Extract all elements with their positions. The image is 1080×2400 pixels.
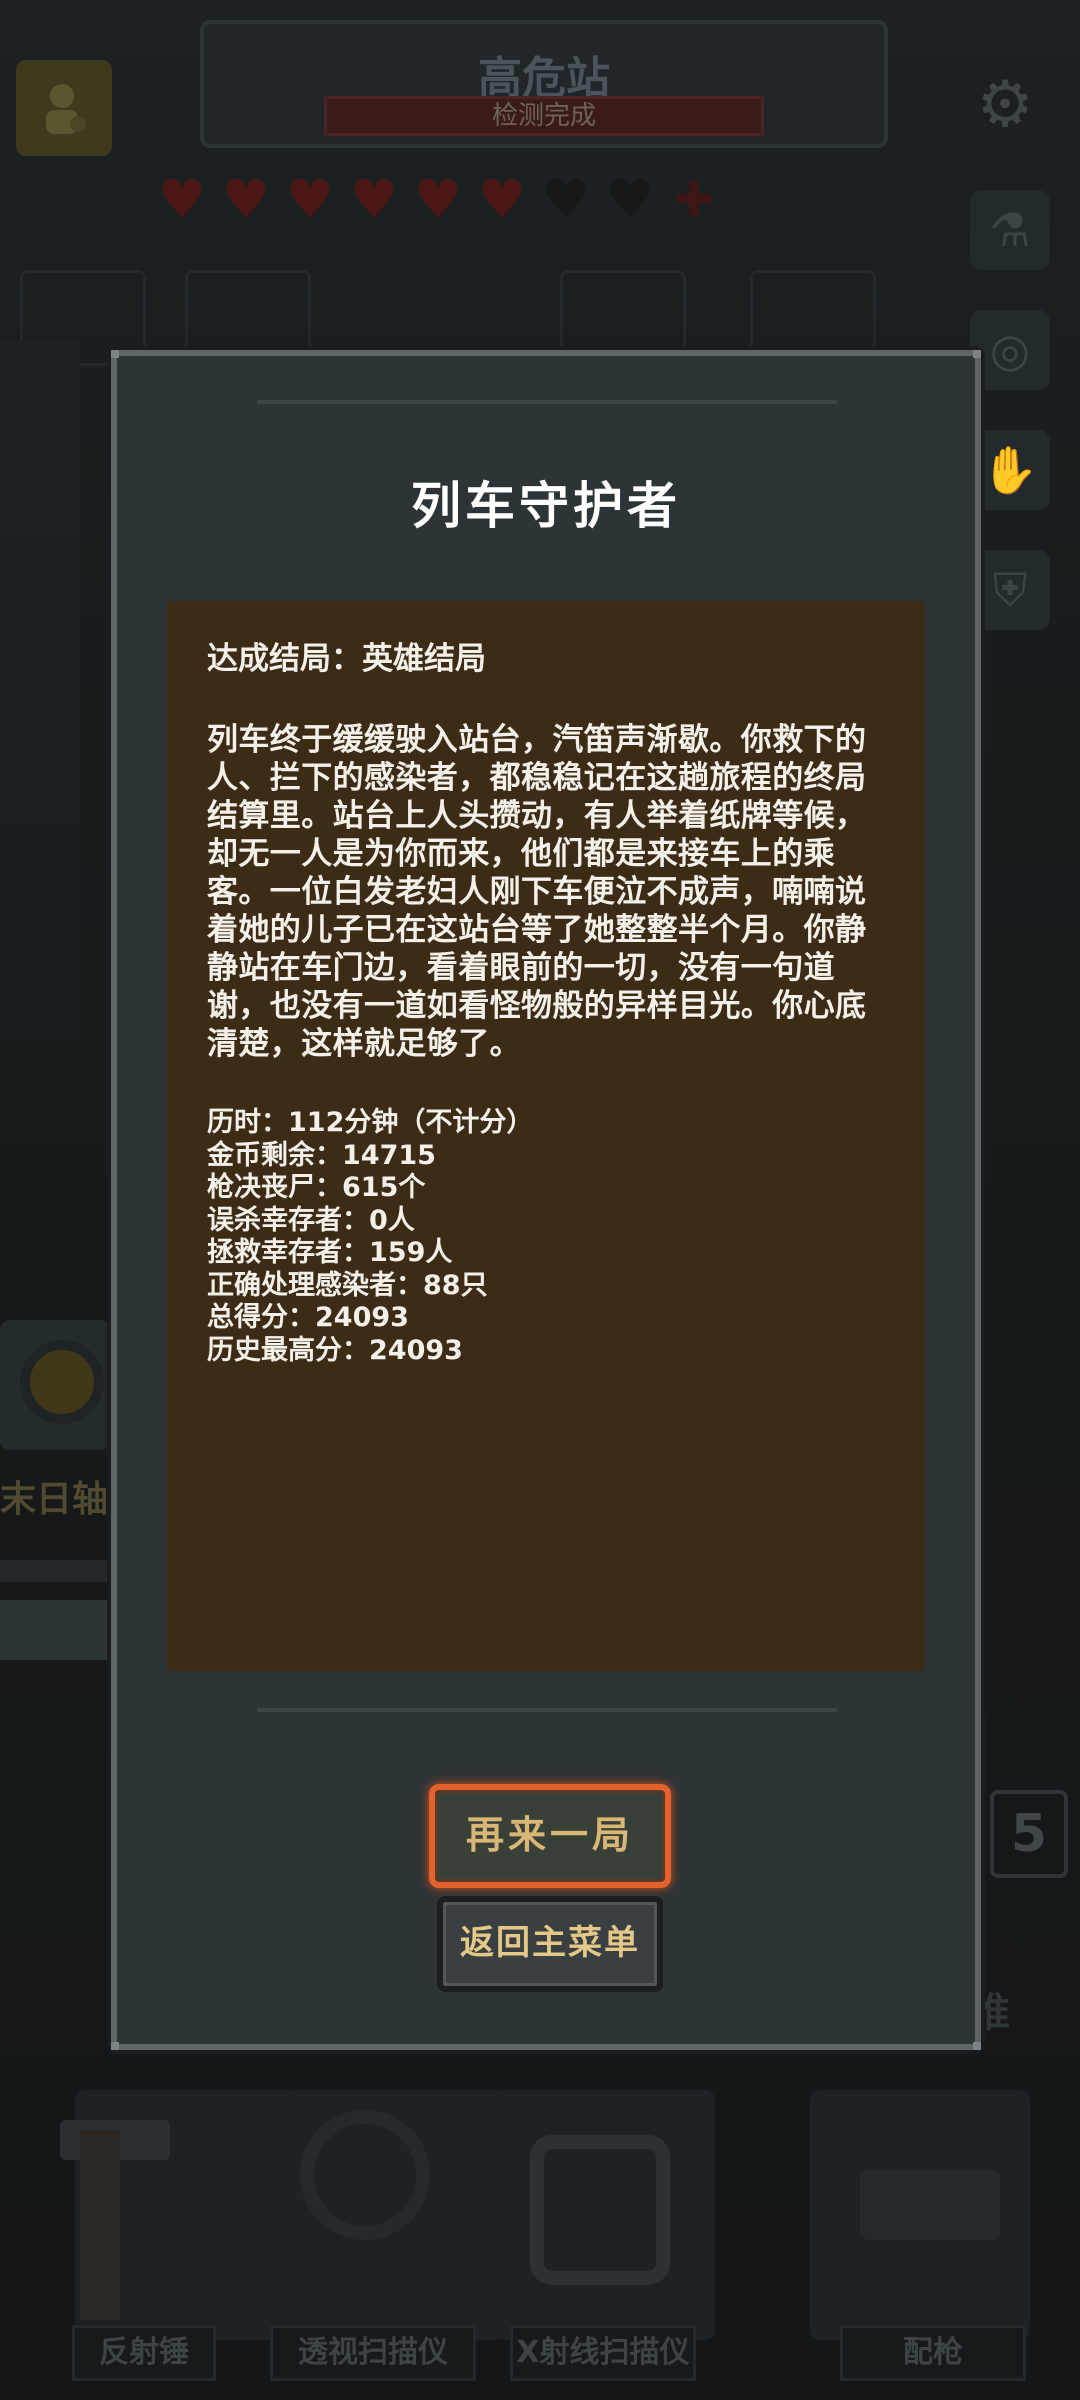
ending-type: 达成结局：英雄结局 xyxy=(207,641,486,677)
frame-corner xyxy=(973,2042,981,2050)
add-profile-button[interactable] xyxy=(16,60,112,156)
wheel-item[interactable] xyxy=(0,1320,110,1450)
heart-icon: ♥ xyxy=(221,168,271,231)
wheel-icon xyxy=(20,1340,104,1424)
ending-dialog: 列车守护者 达成结局：英雄结局 列车终于缓缓驶入站台，汽笛声渐歇。你救下的人、拦… xyxy=(111,350,981,2050)
tool-label: 配枪 xyxy=(840,2325,1026,2381)
character-silhouette xyxy=(0,340,80,1040)
scanner-icon[interactable]: ◎ xyxy=(970,310,1050,390)
heart-icon: ♥ xyxy=(285,168,335,231)
heart-empty-icon: ♥ xyxy=(541,168,591,231)
frame-corner xyxy=(973,350,981,358)
tool-label: 反射锤 xyxy=(72,2325,216,2381)
station-status-bar: 检测完成 xyxy=(324,96,764,136)
stat-best-score: 历史最高分：24093 xyxy=(207,1334,463,1366)
heart-icon: ♥ xyxy=(413,168,463,231)
heart-icon: ♥ xyxy=(157,168,207,231)
magnifier-icon xyxy=(300,2110,430,2240)
hammer-handle xyxy=(80,2130,120,2320)
shield-icon[interactable]: ⛨ xyxy=(970,550,1050,630)
stat-zombies-killed: 枪决丧尸：615个 xyxy=(207,1172,426,1203)
station-header: 高危站 检测完成 xyxy=(200,20,888,148)
stat-coins: 金币剩余：14715 xyxy=(207,1139,436,1171)
heart-empty-icon: ♥ xyxy=(605,168,655,231)
frame-corner xyxy=(111,350,119,358)
gear-icon[interactable]: ⚙ xyxy=(970,70,1040,140)
microscope-icon[interactable]: ⚗ xyxy=(970,190,1050,270)
stat-infected-handled: 正确处理感染者：88只 xyxy=(207,1269,488,1301)
user-add-icon xyxy=(46,84,86,134)
stat-duration: 历时：112分钟（不计分） xyxy=(207,1107,534,1138)
thumbs-up-icon[interactable]: ✋ xyxy=(970,430,1050,510)
tool-label: X射线扫描仪 xyxy=(510,2325,696,2381)
xray-icon xyxy=(530,2135,670,2285)
ending-story: 列车终于缓缓驶入站台，汽笛声渐歇。你救下的人、拦下的感染者，都稳稳记在这趟旅程的… xyxy=(207,722,867,1062)
stats-list: 历时：112分钟（不计分） 金币剩余：14715 枪决丧尸：615个 误杀幸存者… xyxy=(207,1107,887,1367)
heart-icon: ♥ xyxy=(349,168,399,231)
ending-text-panel[interactable]: 达成结局：英雄结局 列车终于缓缓驶入站台，汽笛声渐歇。你救下的人、拦下的感染者，… xyxy=(167,601,925,1671)
health-hearts: ♥ ♥ ♥ ♥ ♥ ♥ ♥ ♥ ✚ xyxy=(152,168,724,231)
divider xyxy=(257,400,837,404)
tool-label: 透视扫描仪 xyxy=(270,2325,476,2381)
item-label: 末日轴 xyxy=(0,1479,109,1520)
main-menu-button[interactable]: 返回主菜单 xyxy=(437,1896,663,1992)
frame-corner xyxy=(111,2042,119,2050)
heart-icon: ♥ xyxy=(477,168,527,231)
heart-plus-icon: ✚ xyxy=(673,172,715,228)
replay-button[interactable]: 再来一局 xyxy=(429,1784,671,1888)
divider xyxy=(257,1708,837,1712)
stat-total-score: 总得分：24093 xyxy=(207,1302,409,1333)
stat-survivors-saved: 拯救幸存者：159人 xyxy=(207,1237,453,1268)
dialog-title: 列车守护者 xyxy=(411,477,681,535)
stat-survivors-misskilled: 误杀幸存者：0人 xyxy=(207,1204,415,1236)
decor-stripe xyxy=(0,1600,110,1660)
progress-bar xyxy=(0,1560,110,1582)
count-badge: 5 xyxy=(990,1790,1068,1878)
pistol-icon xyxy=(860,2170,1000,2240)
